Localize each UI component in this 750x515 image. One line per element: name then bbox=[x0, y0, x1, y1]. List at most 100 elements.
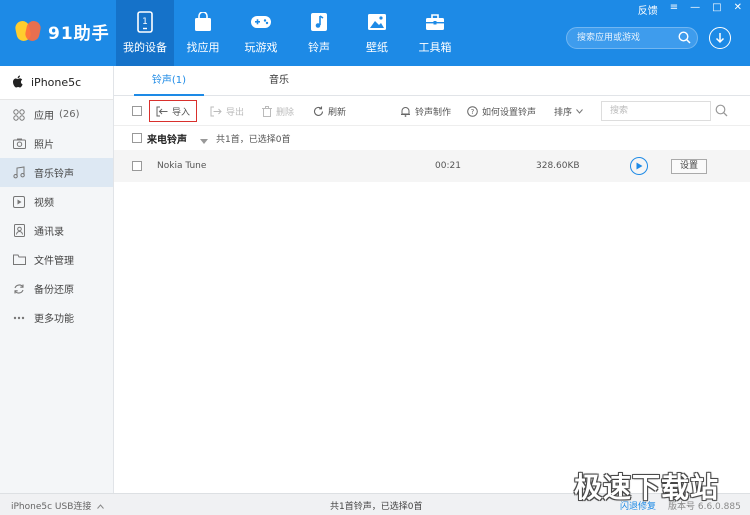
search-icon[interactable] bbox=[715, 104, 728, 120]
sidebar-item-contacts[interactable]: 通讯录 bbox=[0, 216, 113, 245]
connection-status[interactable]: iPhone5c USB连接 bbox=[11, 499, 105, 512]
app-logo: 91助手 bbox=[14, 18, 110, 44]
group-checkbox[interactable] bbox=[132, 133, 142, 143]
sort-label: 排序 bbox=[554, 107, 573, 118]
sidebar-item-label: 通讯录 bbox=[34, 227, 64, 238]
export-button[interactable]: 导出 bbox=[210, 102, 244, 120]
selection-summary: 共1首铃声，已选择0首 bbox=[330, 502, 423, 512]
how-to-set-button[interactable]: ? 如何设置铃声 bbox=[467, 102, 536, 120]
tab-music[interactable]: 音乐 bbox=[224, 66, 334, 95]
search-icon[interactable] bbox=[678, 31, 691, 47]
nav-toolbox[interactable]: 工具箱 bbox=[406, 0, 464, 66]
more-dots-icon bbox=[12, 311, 26, 325]
maximize-icon[interactable]: □ bbox=[712, 2, 721, 17]
sidebar-item-videos[interactable]: 视频 bbox=[0, 187, 113, 216]
sidebar-item-backup-restore[interactable]: 备份还原 bbox=[0, 274, 113, 303]
download-icon[interactable] bbox=[709, 27, 731, 49]
nav-my-device[interactable]: 1 我的设备 bbox=[116, 0, 174, 66]
nav-label: 铃声 bbox=[308, 41, 330, 54]
nav-label: 玩游戏 bbox=[244, 41, 278, 54]
sync-icon bbox=[12, 282, 26, 296]
chevron-down-icon bbox=[576, 108, 583, 114]
sidebar-item-music-ringtones[interactable]: 音乐铃声 bbox=[0, 158, 113, 187]
ringtone-search-box bbox=[601, 101, 711, 121]
export-label: 导出 bbox=[226, 107, 245, 118]
play-icon[interactable] bbox=[630, 157, 648, 175]
nav-label: 我的设备 bbox=[123, 41, 167, 54]
main-nav: 1 我的设备 找应用 玩游戏 铃声 壁纸 工具箱 bbox=[116, 0, 464, 66]
device-selector[interactable]: iPhone5c bbox=[0, 66, 113, 100]
ringtone-search-input[interactable] bbox=[602, 102, 710, 120]
tab-bar: 铃声(1) 音乐 bbox=[114, 66, 750, 96]
device-name: iPhone5c bbox=[31, 76, 82, 89]
sidebar-item-label: 音乐铃声 bbox=[34, 169, 74, 180]
nav-games[interactable]: 玩游戏 bbox=[232, 0, 290, 66]
app-search-box bbox=[566, 27, 698, 49]
video-play-icon bbox=[12, 195, 26, 209]
sidebar-item-label: 更多功能 bbox=[34, 314, 74, 325]
svg-text:1: 1 bbox=[142, 17, 148, 27]
bell-icon bbox=[400, 106, 411, 117]
group-title: 来电铃声 bbox=[147, 134, 187, 146]
tab-ringtones[interactable]: 铃声(1) bbox=[114, 66, 224, 96]
gamepad-icon bbox=[250, 11, 272, 33]
make-ringtone-label: 铃声制作 bbox=[415, 107, 452, 118]
sidebar-item-apps[interactable]: 应用 (26) bbox=[0, 100, 113, 129]
nav-wallpaper[interactable]: 壁纸 bbox=[348, 0, 406, 66]
nav-label: 壁纸 bbox=[366, 41, 388, 54]
app-title: 91助手 bbox=[48, 23, 110, 44]
sidebar-item-label: 视频 bbox=[34, 198, 54, 209]
folder-icon bbox=[12, 253, 26, 267]
phone-icon: 1 bbox=[134, 11, 156, 33]
connection-label: iPhone5c USB连接 bbox=[11, 502, 92, 512]
close-icon[interactable]: ✕ bbox=[734, 2, 742, 17]
nav-find-apps[interactable]: 找应用 bbox=[174, 0, 232, 66]
toolbar: 导入 导出 删除 刷新 铃声制作 ? 如何设置铃声 排序 搜索 bbox=[114, 96, 750, 126]
apple-icon bbox=[12, 75, 23, 91]
minimize-icon[interactable]: — bbox=[690, 2, 700, 17]
how-to-set-label: 如何设置铃声 bbox=[482, 107, 537, 118]
sidebar-item-more[interactable]: 更多功能 bbox=[0, 303, 113, 332]
select-all-checkbox[interactable] bbox=[132, 106, 142, 116]
sidebar-item-label: 应用 bbox=[34, 111, 54, 122]
app-search-input[interactable] bbox=[577, 30, 677, 46]
music-note-icon bbox=[308, 11, 330, 33]
apps-grid-icon bbox=[12, 108, 26, 122]
trash-icon bbox=[262, 105, 272, 117]
apps-count: (26) bbox=[59, 109, 80, 120]
sidebar-item-photos[interactable]: 照片 bbox=[0, 129, 113, 158]
refresh-icon bbox=[313, 106, 324, 117]
make-ringtone-button[interactable]: 铃声制作 bbox=[400, 102, 451, 120]
contacts-icon bbox=[12, 224, 26, 238]
chevron-up-icon bbox=[97, 502, 105, 512]
row-checkbox[interactable] bbox=[132, 161, 142, 171]
caret-down-icon[interactable] bbox=[200, 134, 208, 147]
import-label: 导入 bbox=[172, 107, 191, 118]
table-row[interactable]: Nokia Tune 00:21 328.60KB 设置 bbox=[114, 150, 750, 182]
logo-icon bbox=[14, 18, 42, 44]
picture-icon bbox=[366, 11, 388, 33]
delete-button[interactable]: 删除 bbox=[262, 102, 294, 120]
nav-label: 工具箱 bbox=[418, 41, 452, 54]
ringtone-duration: 00:21 bbox=[435, 161, 461, 171]
sidebar-item-label: 照片 bbox=[34, 140, 54, 151]
sidebar-item-file-manager[interactable]: 文件管理 bbox=[0, 245, 113, 274]
camera-icon bbox=[12, 137, 26, 151]
import-icon bbox=[156, 106, 168, 117]
group-summary: 共1首，已选择0首 bbox=[216, 134, 291, 145]
refresh-label: 刷新 bbox=[328, 107, 347, 118]
help-icon: ? bbox=[467, 105, 478, 117]
ringtone-name: Nokia Tune bbox=[157, 161, 207, 171]
watermark: 极速下载站 bbox=[574, 471, 720, 504]
music-note-icon bbox=[12, 166, 26, 180]
refresh-button[interactable]: 刷新 bbox=[313, 102, 346, 120]
import-button[interactable]: 导入 bbox=[149, 100, 198, 122]
nav-ringtones[interactable]: 铃声 bbox=[290, 0, 348, 66]
sort-dropdown[interactable]: 排序 bbox=[554, 102, 587, 120]
set-ringtone-button[interactable]: 设置 bbox=[671, 159, 707, 174]
sidebar: iPhone5c 应用 (26) 照片 音乐铃声 视频 通讯录 文件管理 备份还… bbox=[0, 66, 114, 493]
group-header: 来电铃声 共1首，已选择0首 bbox=[114, 126, 750, 150]
feedback-link[interactable]: 反馈 bbox=[638, 2, 658, 17]
menu-icon[interactable]: ≡ bbox=[670, 2, 678, 17]
svg-text:?: ? bbox=[471, 108, 475, 116]
